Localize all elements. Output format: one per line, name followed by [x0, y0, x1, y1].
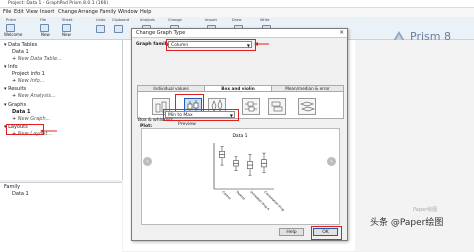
nav-section-results[interactable]: ▾ Results [4, 86, 26, 93]
dialog-title-bar: Change Graph Type ✕ [132, 29, 347, 38]
nav-item-project-info[interactable]: Project info 1 [12, 71, 45, 78]
new-sheet-icon[interactable] [62, 24, 71, 32]
dialog-title: Change Graph Type [136, 30, 186, 36]
preview-chart: Data 1 Control Treated Untreated drug ACom… [213, 133, 285, 212]
menu-window[interactable]: Window [118, 8, 138, 17]
menu-change[interactable]: Change [58, 8, 77, 17]
new-project-icon[interactable] [40, 24, 49, 32]
menu-edit[interactable]: Edit [14, 8, 24, 17]
ribbon-group-write: Write [260, 18, 270, 22]
ribbon-group-clipboard: Clipboard [112, 18, 130, 22]
close-icon[interactable]: ✕ [339, 29, 344, 37]
navigator-panel: ▾ Data Tables Data 1 + New Data Table...… [0, 40, 123, 180]
menu-view[interactable]: View [26, 8, 38, 17]
new-project-label[interactable]: New [41, 32, 50, 37]
x-tick-label: Control [221, 190, 232, 201]
family-item[interactable]: Data 1 [12, 191, 29, 198]
window-title-bar: Project: Data 1 - GraphPad Prism 8.0.1 (… [0, 0, 474, 8]
nav-section-graphs[interactable]: ▾ Graphs [4, 102, 26, 109]
nav-section-info[interactable]: ▾ Info [4, 64, 18, 71]
ribbon-group-sheet: Sheet [62, 18, 73, 22]
ribbon-group-analysis: Analysis [140, 18, 155, 22]
ribbon-group-undo: Undo [96, 18, 106, 22]
help-button[interactable]: Help [279, 228, 304, 236]
ribbon-group-draw: Draw [232, 18, 242, 22]
arrow-pointer-icon [254, 42, 269, 46]
graph-family-highlight [166, 39, 256, 51]
family-title: Family [4, 184, 21, 190]
nav-item-data-1[interactable]: Data 1 [12, 49, 29, 56]
nav-item-new-graph[interactable]: + New Graph... [12, 116, 50, 123]
menu-arrange[interactable]: Arrange [78, 8, 98, 17]
menu-family[interactable]: Family [100, 8, 116, 17]
next-arrow-icon[interactable]: › [327, 157, 336, 166]
menu-help[interactable]: Help [140, 8, 151, 17]
nav-item-new-info[interactable]: + New Info... [12, 78, 45, 85]
ribbon-group-file: File [40, 18, 47, 22]
welcome-icon[interactable] [6, 24, 15, 32]
arrow-pointer-icon [40, 129, 57, 133]
ribbon-group-prism: Prism [6, 18, 16, 22]
chart-title: Data 1 [232, 133, 247, 139]
ribbon-group-import: Import [205, 18, 217, 22]
gallery-box-horizontal-2[interactable] [268, 98, 286, 115]
family-panel: Family Data 1 [0, 182, 122, 252]
new-sheet-label[interactable]: New [62, 32, 71, 37]
x-tick-label: Treated [235, 189, 247, 201]
change-graph-type-dialog: Change Graph Type ✕ Graph family: Column… [131, 28, 348, 241]
plot-select-highlight [163, 109, 239, 121]
undo-icon[interactable] [96, 25, 105, 33]
previous-arrow-icon[interactable]: ‹ [143, 157, 152, 166]
watermark: 头条 @Paper绘图 [370, 218, 444, 228]
graph-selection-highlight [6, 124, 44, 135]
nav-item-new-analysis[interactable]: + New Analysis... [12, 93, 56, 100]
nav-item-new-data-table[interactable]: + New Data Table... [12, 56, 62, 63]
welcome-label[interactable]: Welcome [4, 32, 22, 37]
menu-bar: File Edit View Insert Change Arrange Fam… [0, 8, 474, 17]
gallery-box-horizontal[interactable] [242, 98, 260, 115]
preview-panel: Data 1 Control Treated Untreated drug A Com… [141, 128, 340, 225]
gallery-violin-horizontal[interactable] [298, 98, 316, 115]
nav-item-graph-data-1[interactable]: Data 1 [12, 109, 31, 116]
menu-file[interactable]: File [3, 8, 11, 17]
preview-label: Preview [178, 122, 196, 127]
paste-icon[interactable] [114, 25, 123, 33]
ok-button-highlight [311, 226, 342, 240]
menu-insert[interactable]: Insert [40, 8, 54, 17]
ribbon-group-change: Change [168, 18, 182, 22]
window-title: Project: Data 1 - GraphPad Prism 8.0.1 (… [8, 1, 109, 6]
watermark-small: Paper绘图 [413, 207, 438, 213]
nav-section-data-tables[interactable]: ▾ Data Tables [4, 42, 37, 49]
